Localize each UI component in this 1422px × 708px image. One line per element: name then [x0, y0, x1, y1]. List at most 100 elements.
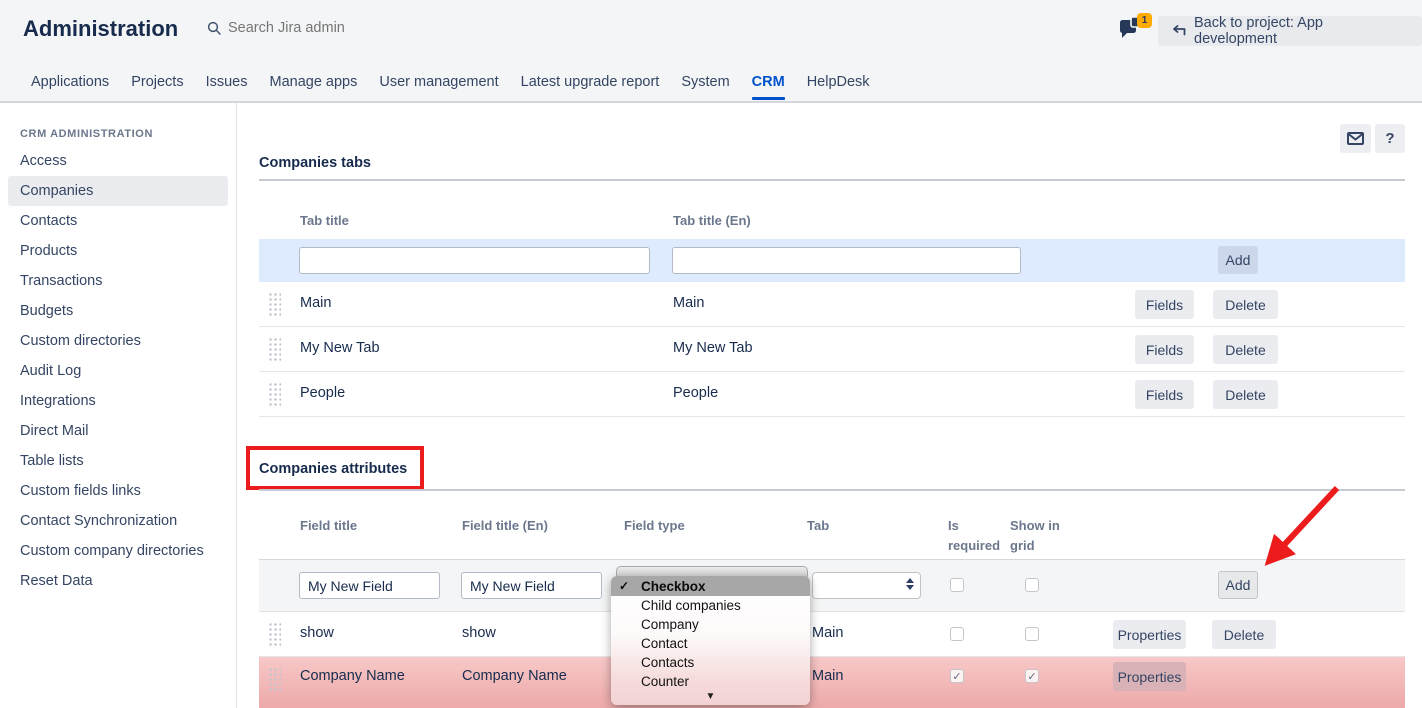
sidebar-item-custom-fields-links[interactable]: Custom fields links: [8, 476, 228, 506]
tab-user-management[interactable]: User management: [368, 62, 509, 101]
back-to-project-button[interactable]: Back to project: App development: [1158, 16, 1422, 46]
option-label: Counter: [641, 674, 689, 689]
sidebar-item-transactions[interactable]: Transactions: [8, 266, 228, 296]
properties-button[interactable]: Properties: [1113, 662, 1186, 691]
checkmark-icon: ✓: [952, 670, 961, 683]
fields-button[interactable]: Fields: [1135, 290, 1194, 319]
option-label: Child companies: [641, 598, 741, 613]
sidebar-item-direct-mail[interactable]: Direct Mail: [8, 416, 228, 446]
jira-admin-page: Administration 1 Back to project: App de…: [0, 0, 1422, 708]
tab-helpdesk[interactable]: HelpDesk: [796, 62, 881, 101]
tab-cell: Main: [812, 625, 843, 641]
column-header-field-title-en: Field title (En): [462, 516, 548, 536]
tab-system[interactable]: System: [670, 62, 740, 101]
sidebar-item-companies[interactable]: Companies: [8, 176, 228, 206]
is-required-checkbox[interactable]: [950, 578, 964, 592]
sidebar-item-products[interactable]: Products: [8, 236, 228, 266]
tab-title-input[interactable]: [299, 247, 650, 274]
divider: [259, 179, 1405, 181]
tab-select[interactable]: [812, 572, 921, 599]
sidebar-item-reset-data[interactable]: Reset Data: [8, 566, 228, 596]
tab-issues[interactable]: Issues: [195, 62, 259, 101]
option-label: Checkbox: [641, 579, 706, 594]
drag-handle-icon[interactable]: [268, 622, 281, 647]
table-row-my-new-tab: My New Tab My New Tab Fields Delete: [259, 327, 1405, 372]
add-attribute-button[interactable]: Add: [1218, 571, 1258, 599]
field-title-cell: show: [300, 625, 334, 641]
divider: [259, 489, 1405, 491]
table-row-company-name-highlighted: Company Name Company Name Main ✓ ✓ Prope…: [259, 657, 1405, 708]
dropdown-option-child-companies[interactable]: Child companies: [611, 596, 810, 615]
tab-title-en-cell: My New Tab: [673, 340, 753, 356]
help-button[interactable]: ?: [1375, 124, 1405, 153]
page-title: Administration: [23, 16, 178, 42]
delete-button[interactable]: Delete: [1212, 620, 1276, 649]
dropdown-option-company[interactable]: Company: [611, 615, 810, 634]
dropdown-option-contacts[interactable]: Contacts: [611, 653, 810, 672]
tab-cell: Main: [812, 668, 843, 684]
option-label: Contact: [641, 636, 688, 651]
envelope-icon: [1347, 132, 1364, 145]
sidebar-item-contact-synchronization[interactable]: Contact Synchronization: [8, 506, 228, 536]
top-header: Administration 1 Back to project: App de…: [0, 0, 1422, 62]
column-header-tab-title-en: Tab title (En): [673, 211, 751, 231]
tab-latest-upgrade-report[interactable]: Latest upgrade report: [510, 62, 671, 101]
table-row-people: People People Fields Delete: [259, 372, 1405, 417]
dropdown-option-contact[interactable]: Contact: [611, 634, 810, 653]
sidebar-item-table-lists[interactable]: Table lists: [8, 446, 228, 476]
delete-button[interactable]: Delete: [1213, 290, 1278, 319]
field-title-en-cell: Company Name: [462, 668, 567, 684]
sidebar-item-budgets[interactable]: Budgets: [8, 296, 228, 326]
admin-search[interactable]: [207, 20, 388, 36]
field-title-cell: Company Name: [300, 668, 405, 684]
drag-handle-icon[interactable]: [268, 337, 281, 362]
drag-handle-icon[interactable]: [268, 667, 281, 692]
add-tab-button[interactable]: Add: [1218, 246, 1258, 274]
dropdown-option-counter[interactable]: Counter: [611, 672, 810, 691]
is-required-checkbox[interactable]: [950, 627, 964, 641]
back-arrow-icon: [1171, 25, 1186, 37]
table-row-main: Main Main Fields Delete: [259, 282, 1405, 327]
tab-title-en-cell: Main: [673, 295, 704, 311]
drag-handle-icon[interactable]: [268, 292, 281, 317]
delete-button[interactable]: Delete: [1213, 380, 1278, 409]
tab-applications[interactable]: Applications: [20, 62, 120, 101]
tab-manage-apps[interactable]: Manage apps: [259, 62, 369, 101]
option-label: Company: [641, 617, 699, 632]
sidebar-item-integrations[interactable]: Integrations: [8, 386, 228, 416]
column-header-is-required: Is required: [948, 516, 1010, 556]
back-button-label: Back to project: App development: [1194, 15, 1409, 47]
tab-title-en-cell: People: [673, 385, 718, 401]
tab-crm[interactable]: CRM: [741, 62, 796, 101]
mail-button[interactable]: [1340, 124, 1371, 153]
properties-button[interactable]: Properties: [1113, 620, 1186, 649]
show-in-grid-checkbox[interactable]: [1025, 578, 1039, 592]
scroll-more-icon[interactable]: ▼: [611, 691, 810, 705]
fields-button[interactable]: Fields: [1135, 380, 1194, 409]
column-header-field-title: Field title: [300, 516, 357, 536]
show-in-grid-checkbox[interactable]: ✓: [1025, 669, 1039, 683]
tab-title-cell: My New Tab: [300, 340, 380, 356]
feedback-bubbles-icon[interactable]: 1: [1118, 15, 1152, 47]
admin-nav: Applications Projects Issues Manage apps…: [0, 62, 1422, 103]
tab-title-en-input[interactable]: [672, 247, 1021, 274]
show-in-grid-checkbox[interactable]: [1025, 627, 1039, 641]
tab-projects[interactable]: Projects: [120, 62, 194, 101]
search-input[interactable]: [228, 20, 388, 36]
companies-attributes-title: Companies attributes: [259, 461, 407, 477]
column-header-field-type: Field type: [624, 516, 685, 536]
dropdown-option-checkbox[interactable]: ✓ Checkbox: [611, 576, 810, 596]
sidebar-item-access[interactable]: Access: [8, 146, 228, 176]
sidebar-item-audit-log[interactable]: Audit Log: [8, 356, 228, 386]
delete-button[interactable]: Delete: [1213, 335, 1278, 364]
notification-badge: 1: [1137, 13, 1152, 28]
fields-button[interactable]: Fields: [1135, 335, 1194, 364]
is-required-checkbox[interactable]: ✓: [950, 669, 964, 683]
sidebar-item-contacts[interactable]: Contacts: [8, 206, 228, 236]
sidebar-item-custom-company-directories[interactable]: Custom company directories: [8, 536, 228, 566]
sidebar-item-custom-directories[interactable]: Custom directories: [8, 326, 228, 356]
drag-handle-icon[interactable]: [268, 382, 281, 407]
field-title-input[interactable]: [299, 572, 440, 599]
field-title-en-input[interactable]: [461, 572, 602, 599]
checkmark-icon: ✓: [1027, 670, 1036, 683]
